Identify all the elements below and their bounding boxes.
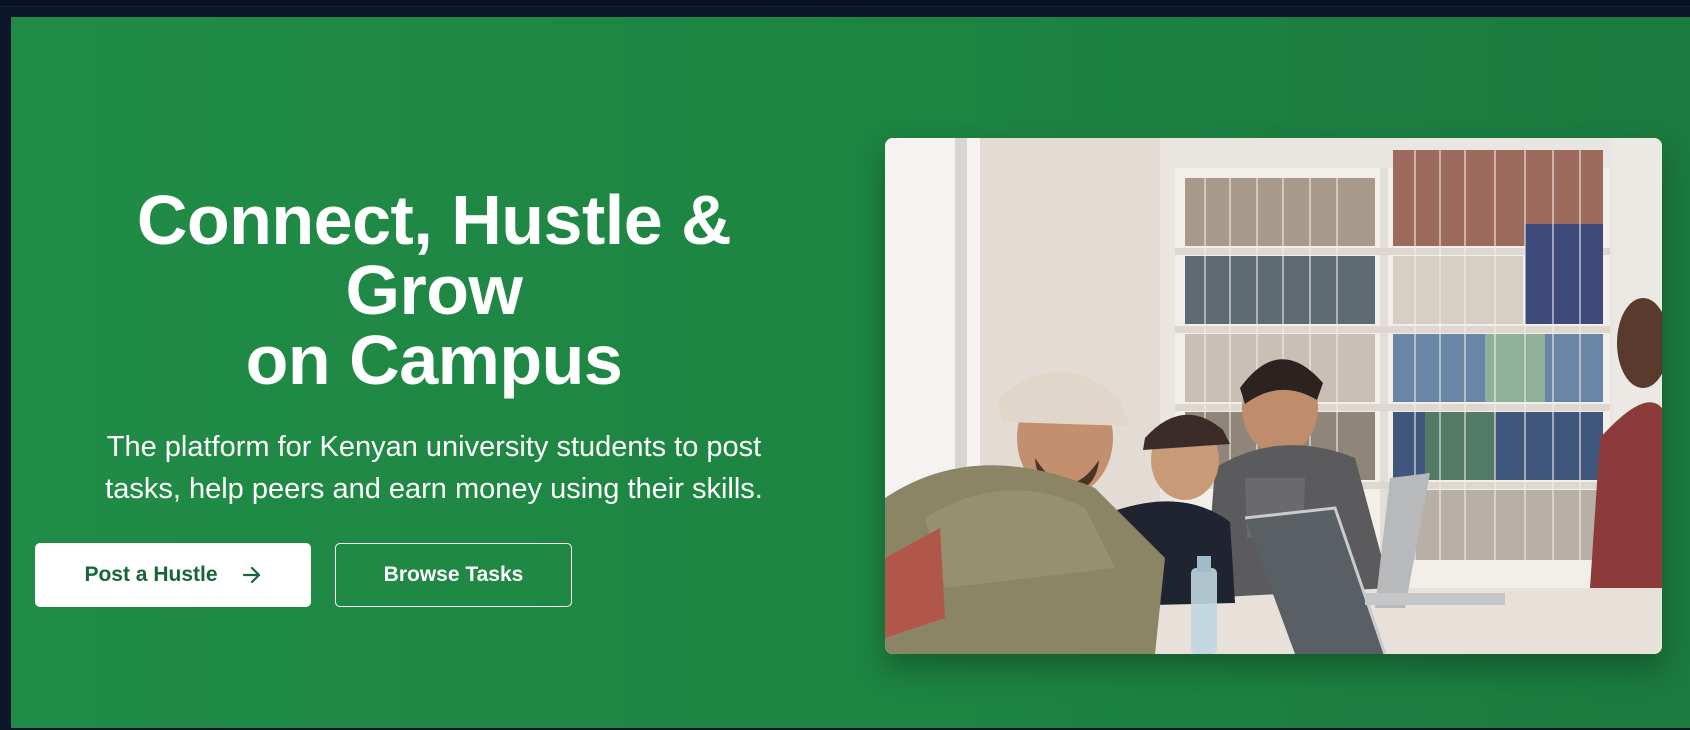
browse-tasks-button[interactable]: Browse Tasks (335, 543, 572, 607)
post-a-hustle-label: Post a Hustle (84, 563, 218, 586)
browse-tasks-label: Browse Tasks (383, 563, 524, 586)
post-a-hustle-button[interactable]: Post a Hustle (35, 543, 311, 607)
top-edge-bar (0, 0, 1690, 7)
hero-subtitle-line-1: The platform for Kenyan university stude… (106, 431, 762, 463)
arrow-right-icon (242, 566, 262, 584)
hero-title-line-2: Grow (345, 251, 523, 329)
hero-text-column: Connect, Hustle & Grow on Campus The pla… (11, 17, 856, 728)
hero-title-line-3: on Campus (245, 321, 623, 399)
hero-title-line-1: Connect, Hustle & (136, 181, 732, 259)
hero-photo (885, 138, 1662, 654)
students-library-photo (885, 138, 1662, 654)
hero-subtitle-line-2: tasks, help peers and earn money using t… (105, 473, 763, 505)
hero-section: Connect, Hustle & Grow on Campus The pla… (11, 17, 1690, 728)
hero-subtitle: The platform for Kenyan university stude… (25, 426, 843, 510)
page-frame: Connect, Hustle & Grow on Campus The pla… (0, 0, 1690, 730)
hero-title: Connect, Hustle & Grow on Campus (25, 185, 843, 395)
